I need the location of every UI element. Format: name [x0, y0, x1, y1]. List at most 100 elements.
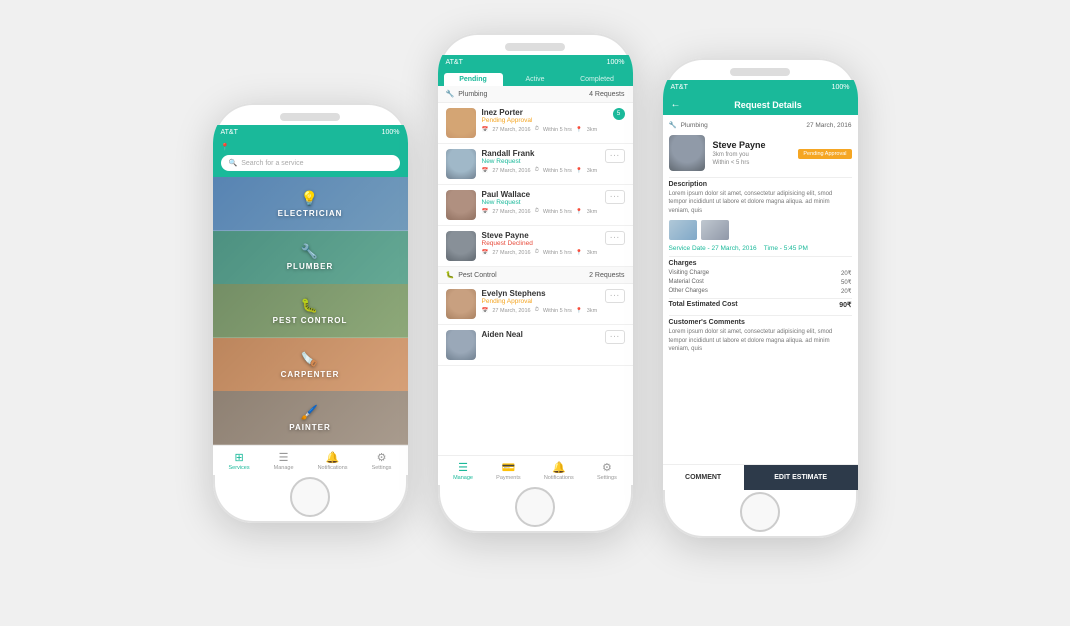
plumbing-section-title: Plumbing: [458, 91, 487, 98]
request-item-evelyn[interactable]: Evelyn Stephens Pending Approval 📅 27 Ma…: [438, 284, 633, 325]
p3-provider-distance: 3km from you: [713, 152, 766, 158]
dots-btn-steve[interactable]: ···: [605, 231, 625, 245]
p1-carrier: AT&T: [221, 129, 238, 136]
charges-title: Charges: [669, 260, 852, 267]
phone-3: AT&T 100% ← Request Details 🔧 Plumbing 2…: [663, 58, 858, 538]
cal-icon3: 📅: [482, 209, 489, 215]
p3-status-area: Pending Approval: [798, 147, 851, 159]
steve-avatar-img: [446, 231, 476, 261]
phone-2: AT&T 100% Pending Active Completed 🔧 Plu…: [438, 33, 633, 533]
avatar-evelyn: [446, 289, 476, 319]
pin-icon3: 📍: [576, 209, 583, 215]
p2-nav-manage[interactable]: ☰ Manage: [453, 461, 473, 481]
paul-name: Paul Wallace: [482, 190, 599, 199]
steve-info: Steve Payne Request Declined 📅 27 March,…: [482, 231, 599, 256]
service-pestcontrol[interactable]: 🐛 PEST CONTROL: [213, 284, 408, 338]
pestcontrol-section-title: Pest Control: [458, 272, 497, 279]
p2-nav-settings[interactable]: ⚙ Settings: [597, 461, 617, 481]
p1-nav-settings-label: Settings: [372, 465, 392, 471]
clock-icon: ⏱: [535, 126, 539, 133]
dots-btn-randall[interactable]: ···: [605, 149, 625, 163]
plumbing-request-list: Inez Porter Pending Approval 📅 27 March,…: [438, 103, 633, 455]
avatar-randall: [446, 149, 476, 179]
chat-badge-inez[interactable]: 5: [613, 108, 625, 120]
request-item-steve[interactable]: Steve Payne Request Declined 📅 27 March,…: [438, 226, 633, 267]
p1-nav-services-label: Services: [229, 465, 250, 471]
tab-completed[interactable]: Completed: [568, 73, 627, 86]
services-nav-icon: ⊞: [234, 451, 243, 464]
paul-status: New Request: [482, 199, 599, 206]
p1-search-bar[interactable]: 🔍 Search for a service: [221, 155, 400, 171]
p1-nav-services[interactable]: ⊞ Services: [229, 451, 250, 471]
p3-pending-badge: Pending Approval: [798, 149, 851, 159]
comment-button[interactable]: COMMENT: [663, 465, 744, 490]
charge-row-1: Visiting Charge 20₹: [669, 269, 852, 278]
payments-nav-icon: 💳: [502, 461, 516, 474]
pestcontrol-label: 🐛 PEST CONTROL: [273, 297, 348, 325]
plumber-icon: 🔧: [287, 243, 334, 260]
cal-icon4: 📅: [482, 250, 489, 256]
clock-icon3: ⏱: [535, 208, 539, 215]
p1-nav-notifications[interactable]: 🔔 Notifications: [318, 451, 348, 471]
carpenter-icon: 🪚: [281, 351, 340, 368]
tab-active[interactable]: Active: [506, 73, 565, 86]
steve-status: Request Declined: [482, 240, 599, 247]
service-plumber[interactable]: 🔧 PLUMBER: [213, 231, 408, 285]
p3-provider-info: Steve Payne 3km from you Within < 5 hrs: [713, 140, 766, 166]
p3-content: 🔧 Plumbing 27 March, 2016 Steve Payne 3k…: [663, 115, 858, 464]
painter-icon: 🖌️: [289, 404, 331, 421]
divider-1: [669, 177, 852, 178]
randall-actions: ···: [605, 149, 625, 163]
paul-actions: ···: [605, 190, 625, 204]
inez-info: Inez Porter Pending Approval 📅 27 March,…: [482, 108, 607, 133]
evelyn-info: Evelyn Stephens Pending Approval 📅 27 Ma…: [482, 289, 599, 314]
request-item-aiden[interactable]: Aiden Neal ···: [438, 325, 633, 366]
notifications-nav-icon: 🔔: [326, 451, 340, 464]
request-item-paul[interactable]: Paul Wallace New Request 📅 27 March, 201…: [438, 185, 633, 226]
p3-service-date-label: Service Date - 27 March, 2016 Time - 5:4…: [669, 245, 852, 252]
avatar-paul: [446, 190, 476, 220]
dots-btn-paul[interactable]: ···: [605, 190, 625, 204]
p2-status-bar: AT&T 100%: [438, 55, 633, 69]
pestcontrol-icon: 🐛: [273, 297, 348, 314]
electrician-icon: 💡: [278, 190, 343, 207]
p2-nav-notifications[interactable]: 🔔 Notifications: [544, 461, 574, 481]
request-item-randall[interactable]: Randall Frank New Request 📅 27 March, 20…: [438, 144, 633, 185]
service-carpenter[interactable]: 🪚 CARPENTER: [213, 338, 408, 392]
p1-nav-settings[interactable]: ⚙ Settings: [372, 451, 392, 471]
p2-battery: 100%: [607, 59, 625, 66]
back-arrow-icon[interactable]: ←: [671, 99, 681, 110]
settings-nav-icon2: ⚙: [602, 461, 612, 474]
dots-btn-evelyn[interactable]: ···: [605, 289, 625, 303]
pin-icon2: 📍: [576, 168, 583, 174]
clock-icon5: ⏱: [535, 307, 539, 314]
p2-nav-manage-label: Manage: [453, 475, 473, 481]
p2-nav-payments[interactable]: 💳 Payments: [496, 461, 520, 481]
plumbing-section-header: 🔧 Plumbing 4 Requests: [438, 86, 633, 103]
location-icon: 📍: [221, 143, 230, 151]
comments-title: Customer's Comments: [669, 319, 852, 326]
plumbing-request-count: 4 Requests: [589, 91, 624, 98]
p3-service-label: Plumbing: [681, 122, 708, 129]
p3-title: Request Details: [687, 100, 850, 110]
service-electrician[interactable]: 💡 ELECTRICIAN: [213, 177, 408, 231]
evelyn-name: Evelyn Stephens: [482, 289, 599, 298]
divider-3: [669, 315, 852, 316]
pin-icon: 📍: [576, 127, 583, 133]
pin-icon5: 📍: [576, 308, 583, 314]
tab-pending[interactable]: Pending: [444, 73, 503, 86]
randall-meta: 📅 27 March, 2016 ⏱ Within 5 hrs 📍 3km: [482, 167, 599, 174]
p3-service-left: 🔧 Plumbing: [669, 121, 708, 129]
request-item-inez[interactable]: Inez Porter Pending Approval 📅 27 March,…: [438, 103, 633, 144]
inez-name: Inez Porter: [482, 108, 607, 117]
pestcontrol-section-header: 🐛 Pest Control 2 Requests: [438, 267, 633, 284]
p1-nav-manage[interactable]: ☰ Manage: [274, 451, 294, 471]
p3-service-icon: 🔧: [669, 121, 677, 129]
phone-3-screen: AT&T 100% ← Request Details 🔧 Plumbing 2…: [663, 80, 858, 490]
phone-1: AT&T 100% 📍 🔍 Search for a service 💡 ELE…: [213, 103, 408, 523]
steve-name: Steve Payne: [482, 231, 599, 240]
service-painter[interactable]: 🖌️ PAINTER: [213, 391, 408, 445]
p3-image-row: [669, 220, 852, 240]
edit-estimate-button[interactable]: EDIT ESTIMATE: [744, 465, 858, 490]
dots-btn-aiden[interactable]: ···: [605, 330, 625, 344]
